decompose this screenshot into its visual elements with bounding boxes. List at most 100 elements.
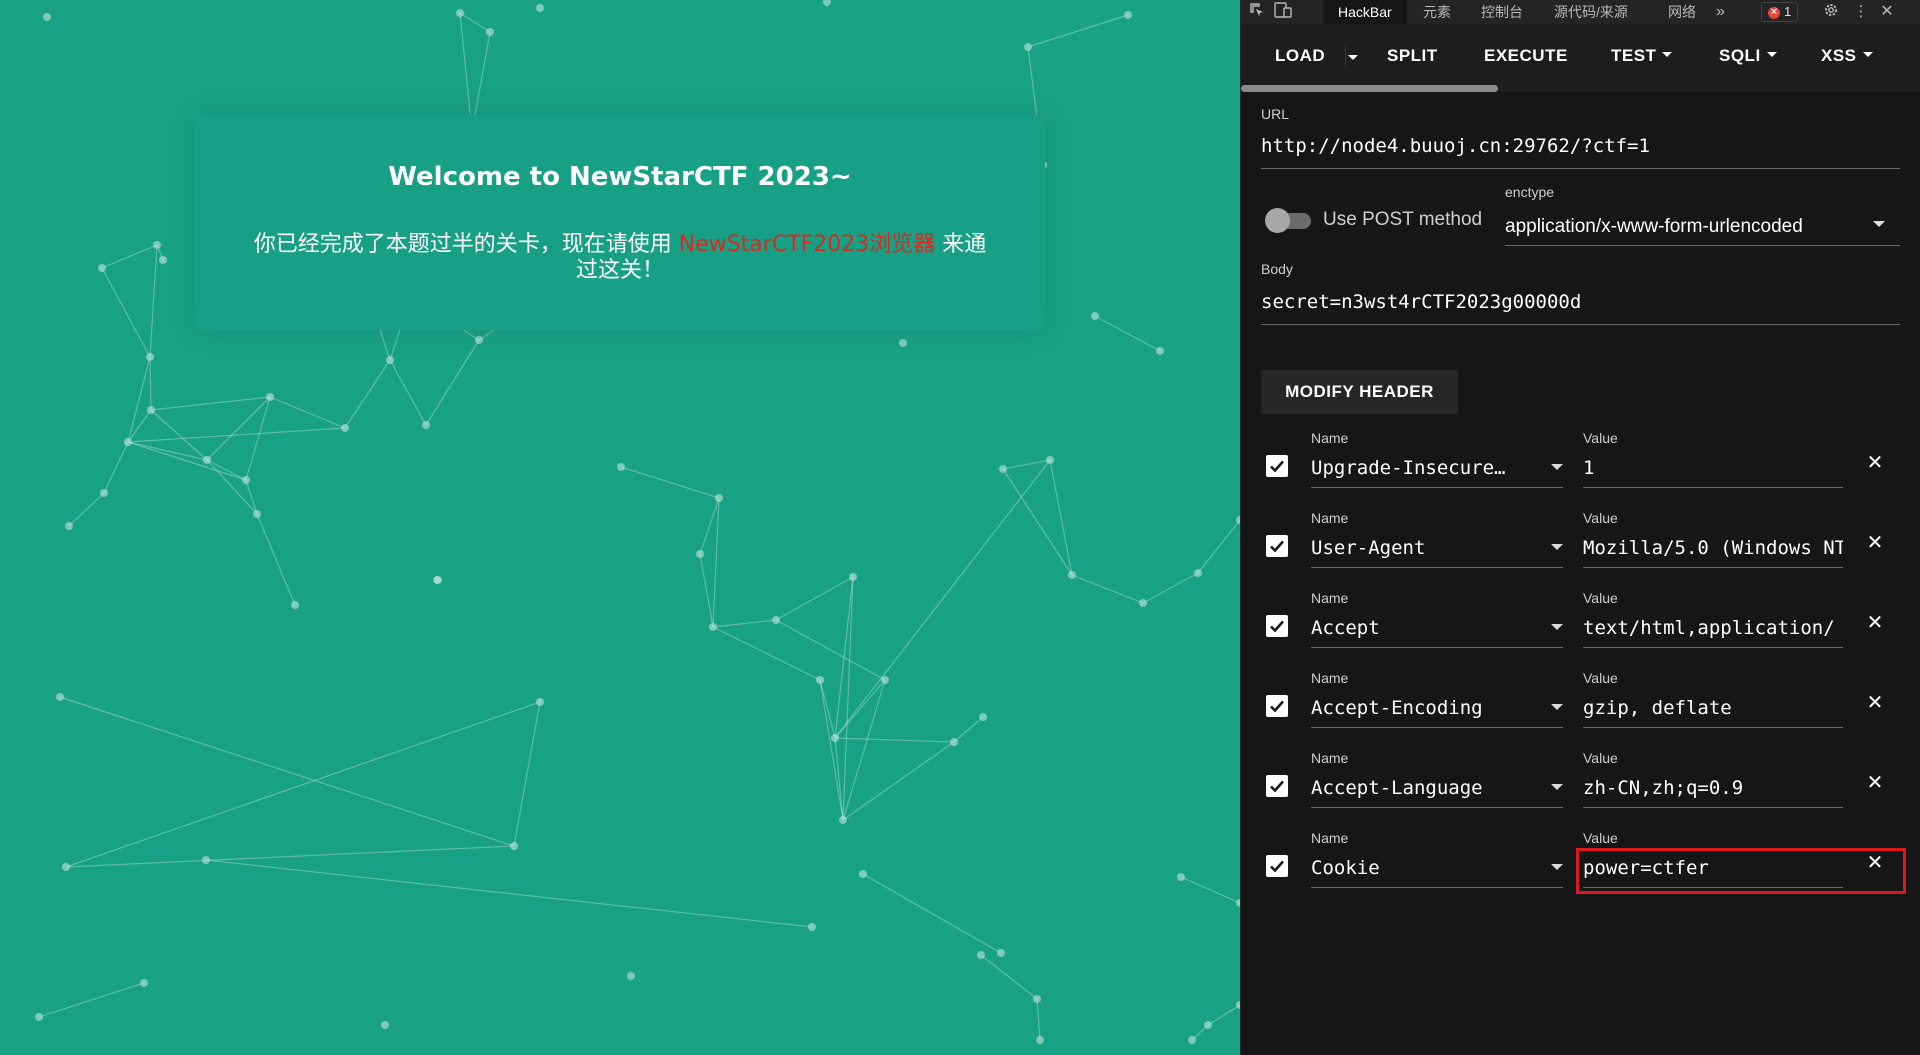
particle-link [1036,998,1041,1041]
header-name-input[interactable]: User-Agent [1311,537,1541,559]
chevron-down-icon[interactable] [1551,544,1563,550]
error-count-badge[interactable]: ✕ 1 [1761,2,1799,22]
header-enabled-checkbox[interactable] [1266,855,1288,877]
header-value-input[interactable]: 1 [1583,457,1843,479]
tab-hackbar[interactable]: HackBar [1323,0,1407,24]
particle-link [834,679,886,739]
header-name-label: Name [1311,670,1349,686]
xss-menu-button[interactable]: XSS [1821,46,1873,66]
header-enabled-checkbox[interactable] [1266,695,1288,717]
chevron-down-icon[interactable] [1873,221,1885,227]
particle-link [206,459,247,481]
chevron-down-icon[interactable] [1551,864,1563,870]
particle-dot [242,476,250,484]
close-icon[interactable]: ✕ [1864,452,1886,474]
particle-dot [999,465,1007,473]
chevron-down-icon[interactable] [1551,784,1563,790]
header-enabled-checkbox[interactable] [1266,775,1288,797]
particle-link [1180,876,1240,904]
chevron-down-icon[interactable] [1551,464,1563,470]
particle-dot [433,576,441,584]
header-enabled-checkbox[interactable] [1266,615,1288,637]
header-enabled-checkbox[interactable] [1266,455,1288,477]
header-name-input[interactable]: Cookie [1311,857,1541,879]
split-button[interactable]: SPLIT [1387,46,1438,66]
header-value-input[interactable]: zh-CN,zh;q=0.9 [1583,777,1843,799]
particle-link [862,873,1002,954]
device-toolbar-icon[interactable] [1273,2,1293,22]
tab-console[interactable]: 控制台 [1481,0,1523,24]
particle-dot [486,28,494,36]
close-icon[interactable]: ✕ [1864,772,1886,794]
test-menu-button[interactable]: TEST [1611,46,1673,66]
execute-button[interactable]: EXECUTE [1484,46,1568,66]
modify-header-button[interactable]: MODIFY HEADER [1261,370,1458,414]
header-value-input[interactable]: gzip, deflate [1583,697,1843,719]
enctype-select[interactable]: application/x-www-form-urlencoded [1505,216,1865,238]
particle-link [1207,1004,1240,1026]
header-value-label: Value [1583,590,1618,606]
particle-dot [536,698,544,706]
gear-icon[interactable] [1821,2,1841,22]
inspect-element-icon[interactable] [1247,2,1267,22]
close-icon[interactable]: ✕ [1864,532,1886,554]
particle-dot [979,713,987,721]
tab-sources[interactable]: 源代码/来源 [1554,0,1628,24]
header-value-underline [1583,807,1843,808]
chevron-down-icon [1862,52,1873,58]
particle-link [834,576,854,739]
header-value-label: Value [1583,830,1618,846]
chevron-down-icon[interactable] [1551,704,1563,710]
body-input[interactable]: secret=n3wst4rCTF2023g00000d [1261,291,1901,313]
load-button[interactable]: LOAD [1275,46,1325,66]
particle-dot [1139,599,1147,607]
particle-dot [899,339,907,347]
particle-dot [203,456,211,464]
particle-link [699,497,720,555]
close-icon[interactable]: ✕ [1864,692,1886,714]
sqli-menu-button[interactable]: SQLI [1719,46,1777,66]
horizontal-scrollbar[interactable] [1241,84,1920,92]
particle-dot [1204,1021,1212,1029]
header-row: Name Accept-Language Value zh-CN,zh;q=0.9 ✕ [1241,750,1920,830]
header-name-input[interactable]: Accept-Language [1311,777,1541,799]
header-enabled-checkbox[interactable] [1266,535,1288,557]
welcome-message: 你已经完成了本题过半的关卡，现在请使用 NewStarCTF2023浏览器 来通… [245,232,995,284]
header-value-input[interactable]: Mozilla/5.0 (Windows NT [1583,537,1843,559]
more-tabs-chevron-icon[interactable]: » [1716,0,1725,24]
scrollbar-thumb[interactable] [1241,85,1498,92]
more-options-icon[interactable]: ⋮ [1851,2,1871,22]
chevron-down-icon [1662,52,1673,58]
header-name-input[interactable]: Accept [1311,617,1541,639]
particle-dot [65,522,73,530]
load-dropdown-chevron-icon[interactable] [1348,55,1358,60]
particle-dot [1124,11,1132,19]
tab-elements[interactable]: 元素 [1423,0,1451,24]
header-value-underline [1583,647,1843,648]
particle-dot [1024,43,1032,51]
web-page: Welcome to NewStarCTF 2023~ 你已经完成了本题过半的关… [0,0,1240,1055]
particle-dot [881,676,889,684]
header-value-input[interactable]: text/html,application/ [1583,617,1843,639]
particle-dot [831,734,839,742]
particle-link [775,619,886,681]
header-name-input[interactable]: Accept-Encoding [1311,697,1541,719]
url-label: URL [1261,106,1290,122]
particle-link [1071,574,1144,604]
particle-dot [386,356,394,364]
close-icon[interactable]: ✕ [1864,612,1886,634]
post-method-toggle[interactable] [1265,208,1313,233]
particle-link [1094,315,1161,352]
header-name-input[interactable]: Upgrade-Insecure-Requests [1311,457,1541,479]
particle-link [127,409,152,443]
close-devtools-icon[interactable]: ✕ [1877,2,1897,22]
particle-dot [341,424,349,432]
particle-dot [147,406,155,414]
particle-dot [1177,873,1185,881]
particle-dot [849,573,857,581]
url-input[interactable]: http://node4.buuoj.cn:29762/?ctf=1 [1261,135,1901,157]
tab-network[interactable]: 网络 [1668,0,1696,24]
chevron-down-icon[interactable] [1551,624,1563,630]
particle-link [149,356,152,411]
header-value-underline [1583,567,1843,568]
